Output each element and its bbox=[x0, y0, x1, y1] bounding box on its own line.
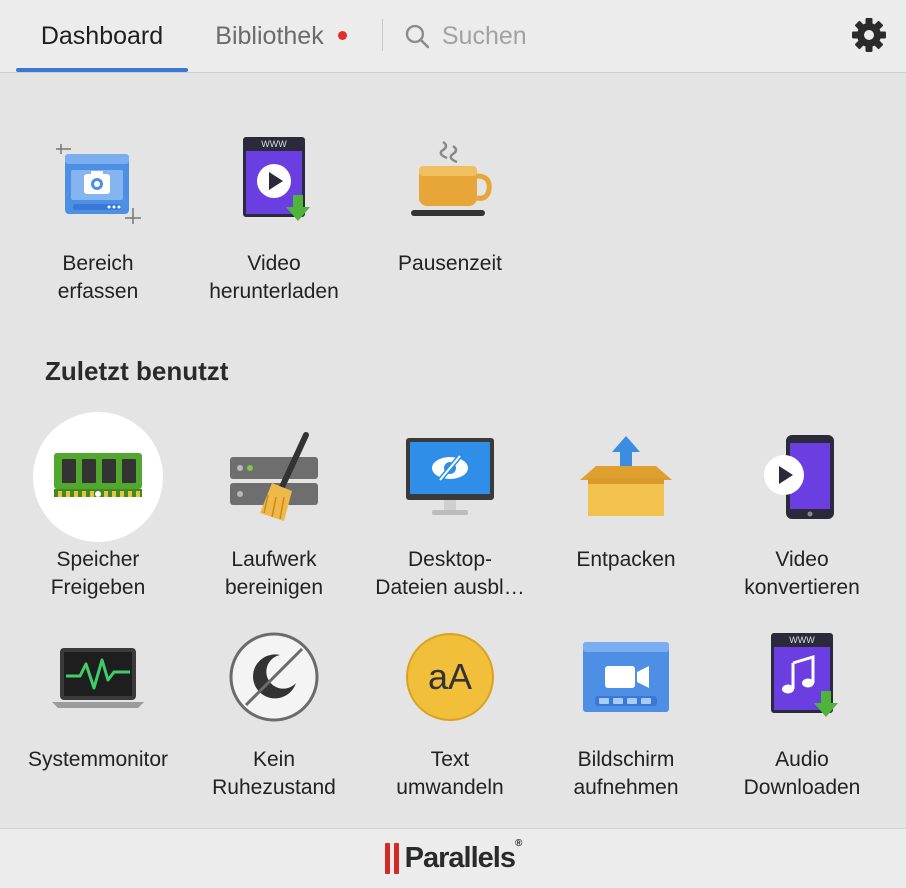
tool-break-time[interactable]: Pausenzeit bbox=[362, 116, 538, 306]
tool-label: Speicher Freigeben bbox=[50, 548, 146, 599]
tool-download-video[interactable]: WWW Video herunterladen bbox=[186, 116, 362, 306]
tool-convert-video[interactable]: Video konvertieren bbox=[714, 412, 890, 602]
tab-dashboard[interactable]: Dashboard bbox=[16, 0, 188, 72]
tool-label: Kein Ruhezustand bbox=[212, 748, 336, 799]
tool-label: Video herunterladen bbox=[209, 252, 339, 303]
tool-label: Video konvertieren bbox=[744, 548, 860, 599]
tool-download-audio[interactable]: WWW Audio Downloaden bbox=[714, 612, 890, 802]
tool-capture-area[interactable]: Bereich erfassen bbox=[10, 116, 186, 306]
text-convert-icon: aA bbox=[385, 612, 515, 742]
system-monitor-icon bbox=[33, 612, 163, 742]
no-sleep-icon bbox=[209, 612, 339, 742]
tool-label: Text umwandeln bbox=[396, 748, 504, 799]
screen-record-icon bbox=[561, 612, 691, 742]
tool-convert-text[interactable]: aA Text umwandeln bbox=[362, 612, 538, 802]
convert-video-icon bbox=[737, 412, 867, 542]
svg-text:WWW: WWW bbox=[261, 139, 287, 149]
parallels-logo[interactable]: Parallels® bbox=[384, 838, 523, 875]
hide-desktop-icon bbox=[385, 412, 515, 542]
search-input[interactable] bbox=[441, 21, 820, 51]
search-box[interactable] bbox=[400, 12, 820, 60]
parallels-bars-icon bbox=[384, 843, 399, 874]
tool-record-screen[interactable]: Bildschirm aufnehmen bbox=[538, 612, 714, 802]
tool-no-sleep[interactable]: Kein Ruhezustand bbox=[186, 612, 362, 802]
tool-clean-drive[interactable]: Laufwerk bereinigen bbox=[186, 412, 362, 602]
tool-label: Entpacken bbox=[576, 548, 676, 571]
drive-broom-icon bbox=[209, 412, 339, 542]
tab-library-label: Bibliothek bbox=[215, 21, 324, 50]
tab-dashboard-label: Dashboard bbox=[40, 21, 164, 50]
svg-text:aA: aA bbox=[428, 656, 472, 697]
notification-dot bbox=[337, 30, 347, 40]
footer: Parallels® bbox=[0, 828, 906, 888]
search-icon bbox=[405, 24, 430, 49]
coffee-cup-icon bbox=[385, 116, 515, 246]
tab-library[interactable]: Bibliothek bbox=[196, 0, 366, 72]
download-audio-icon: WWW bbox=[737, 612, 867, 742]
tool-hide-desktop[interactable]: Desktop- Dateien ausbl… bbox=[362, 412, 538, 602]
gear-icon[interactable] bbox=[851, 17, 887, 53]
tool-system-monitor[interactable]: Systemmonitor bbox=[10, 612, 186, 802]
brand-name: Parallels® bbox=[404, 838, 523, 874]
tool-label: Audio Downloaden bbox=[743, 748, 861, 799]
active-tab-indicator bbox=[16, 68, 188, 72]
tool-label: Bereich erfassen bbox=[57, 252, 139, 303]
tool-unarchive[interactable]: Entpacken bbox=[538, 412, 714, 602]
capture-area-icon bbox=[33, 116, 163, 246]
tool-label: Desktop- Dateien ausbl… bbox=[375, 548, 525, 599]
unarchive-box-icon bbox=[561, 412, 691, 542]
tool-label: Pausenzeit bbox=[398, 252, 502, 275]
memory-ram-icon bbox=[33, 412, 163, 542]
section-title-recent: Zuletzt benutzt bbox=[45, 356, 229, 386]
header-divider bbox=[382, 19, 383, 51]
tool-free-memory[interactable]: Speicher Freigeben bbox=[10, 412, 186, 602]
tool-label: Laufwerk bereinigen bbox=[224, 548, 324, 599]
top-bar: Dashboard Bibliothek bbox=[0, 0, 906, 73]
tool-label: Systemmonitor bbox=[27, 748, 169, 771]
download-video-icon: WWW bbox=[209, 116, 339, 246]
tool-label: Bildschirm aufnehmen bbox=[573, 748, 679, 799]
svg-text:WWW: WWW bbox=[789, 635, 815, 645]
